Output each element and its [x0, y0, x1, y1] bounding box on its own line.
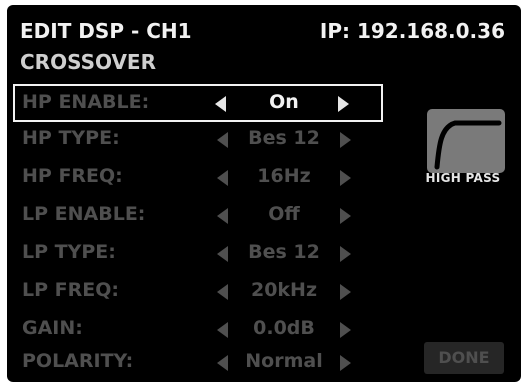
- row-label: LP TYPE:: [22, 241, 116, 263]
- right-arrow-icon[interactable]: [340, 170, 351, 186]
- hp-type-row[interactable]: HP TYPE: Bes 12: [15, 120, 385, 158]
- polarity-row[interactable]: POLARITY: Normal: [15, 343, 385, 381]
- left-arrow-icon[interactable]: [217, 170, 228, 186]
- right-arrow-icon[interactable]: [338, 96, 349, 112]
- row-label: POLARITY:: [22, 350, 134, 372]
- dsp-screen: EDIT DSP - CH1 IP: 192.168.0.36 CROSSOVE…: [7, 5, 521, 382]
- hp-enable-row[interactable]: HP ENABLE: On: [13, 84, 383, 122]
- page-title: EDIT DSP - CH1: [20, 19, 192, 43]
- left-arrow-icon[interactable]: [215, 96, 226, 112]
- lp-freq-row[interactable]: LP FREQ: 20kHz: [15, 272, 385, 310]
- hp-freq-row[interactable]: HP FREQ: 16Hz: [15, 158, 385, 196]
- section-title: CROSSOVER: [20, 50, 156, 74]
- high-pass-curve-icon: [427, 109, 505, 173]
- row-value: On: [269, 91, 299, 113]
- left-arrow-icon[interactable]: [217, 284, 228, 300]
- row-label: LP ENABLE:: [22, 203, 146, 225]
- row-value: 0.0dB: [253, 317, 315, 339]
- lp-type-row[interactable]: LP TYPE: Bes 12: [15, 234, 385, 272]
- row-label: HP TYPE:: [22, 127, 120, 149]
- row-value: 16Hz: [257, 165, 311, 187]
- row-label: GAIN:: [22, 317, 83, 339]
- row-value: 20kHz: [250, 279, 318, 301]
- row-value: Bes 12: [248, 241, 320, 263]
- lp-enable-row[interactable]: LP ENABLE: Off: [15, 196, 385, 234]
- left-arrow-icon[interactable]: [217, 208, 228, 224]
- ip-address: IP: 192.168.0.36: [319, 19, 505, 43]
- right-arrow-icon[interactable]: [340, 322, 351, 338]
- row-label: LP FREQ:: [22, 279, 119, 301]
- row-value: Normal: [245, 350, 323, 372]
- left-arrow-icon[interactable]: [217, 322, 228, 338]
- left-arrow-icon[interactable]: [217, 246, 228, 262]
- right-arrow-icon[interactable]: [340, 246, 351, 262]
- row-label: HP ENABLE:: [22, 91, 150, 113]
- left-arrow-icon[interactable]: [217, 132, 228, 148]
- right-arrow-icon[interactable]: [340, 208, 351, 224]
- right-arrow-icon[interactable]: [340, 132, 351, 148]
- right-arrow-icon[interactable]: [340, 355, 351, 371]
- graph-label: HIGH PASS: [425, 171, 501, 185]
- row-label: HP FREQ:: [22, 165, 123, 187]
- row-value: Bes 12: [248, 127, 320, 149]
- right-arrow-icon[interactable]: [340, 284, 351, 300]
- done-button[interactable]: DONE: [424, 342, 504, 374]
- row-value: Off: [268, 203, 300, 225]
- left-arrow-icon[interactable]: [217, 355, 228, 371]
